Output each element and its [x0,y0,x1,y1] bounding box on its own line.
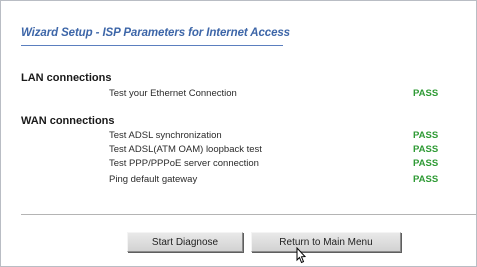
lan-section-heading: LAN connections [21,72,112,84]
wan-test-label-ppp: Test PPP/PPPoE server connection [109,158,259,169]
return-to-main-menu-button[interactable]: Return to Main Menu [251,232,401,252]
start-diagnose-button[interactable]: Start Diagnose [127,232,243,252]
wan-test-status-atm-oam: PASS [413,144,439,155]
footer-divider [21,214,476,215]
page-title: Wizard Setup - ISP Parameters for Intern… [21,27,290,39]
wan-section-heading: WAN connections [21,115,115,127]
wan-test-label-adsl-sync: Test ADSL synchronization [109,130,222,141]
title-divider [21,45,283,46]
lan-test-status-ethernet: PASS [413,88,439,99]
wan-test-status-ping: PASS [413,174,439,185]
wan-test-label-atm-oam: Test ADSL(ATM OAM) loopback test [109,144,262,155]
wan-test-label-ping: Ping default gateway [109,174,198,185]
wan-test-status-ppp: PASS [413,158,439,169]
lan-test-label-ethernet: Test your Ethernet Connection [109,88,237,99]
wizard-panel: Wizard Setup - ISP Parameters for Intern… [0,0,477,267]
mouse-pointer-icon [296,247,307,264]
wan-test-status-adsl-sync: PASS [413,130,439,141]
